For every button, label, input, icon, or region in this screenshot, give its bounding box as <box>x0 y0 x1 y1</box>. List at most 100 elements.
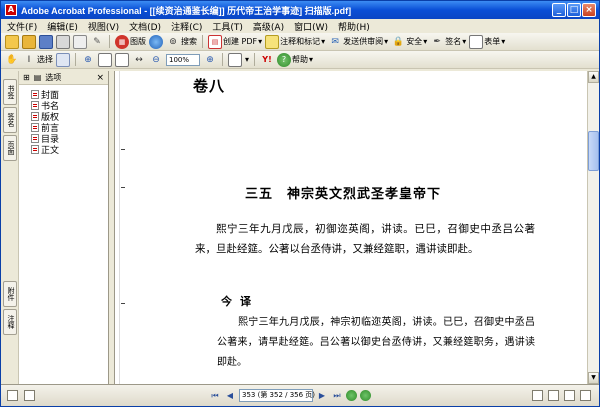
snapshot-icon[interactable] <box>56 52 70 67</box>
tab-signatures[interactable]: 签名 <box>3 107 17 133</box>
toolbar-separator <box>222 53 223 66</box>
create-pdf-button[interactable]: ▤ 创建 PDF ▾ <box>208 34 262 49</box>
maximize-button[interactable]: □ <box>567 3 581 17</box>
lock-icon: 🔒 <box>392 36 404 47</box>
comment-markup-button[interactable]: 注释和标记 ▾ <box>265 34 326 49</box>
toolbar-separator <box>109 35 110 48</box>
hand-tool-icon[interactable]: ✋ <box>5 53 19 67</box>
globe-icon[interactable] <box>149 34 163 49</box>
image-icon: ▦ <box>115 34 129 49</box>
previous-view-icon[interactable] <box>346 390 357 401</box>
navigation-tabs: 书签 签名 页面 附件 注释 <box>1 71 19 384</box>
menu-advanced[interactable]: 高级(A) <box>253 20 284 33</box>
continuous-icon[interactable] <box>548 390 559 401</box>
menu-file[interactable]: 文件(F) <box>7 20 37 33</box>
facing-icon[interactable] <box>564 390 575 401</box>
page-size-icon[interactable] <box>24 390 35 401</box>
send-for-review-button[interactable]: ✉ 发送供审阅 ▾ <box>328 35 388 49</box>
pen-icon: ✒ <box>433 36 441 47</box>
tab-attachments[interactable]: 附件 <box>3 281 17 307</box>
pane-close-icon[interactable]: × <box>96 73 104 83</box>
send-review-icon: ✉ <box>331 36 339 47</box>
page-icon <box>31 90 39 99</box>
translation-paragraph: 熙宁三年九月戊辰，神宗初临迩英阁，讲读。已巳，召御史中丞吕公著来，请早赴经筵。吕… <box>217 317 535 368</box>
single-page-icon[interactable] <box>532 390 543 401</box>
bookmarks-pane: ⊞ ▤ 选项 × 封面 书名 版权 前言 目录 正文 <box>19 71 109 384</box>
image-button[interactable]: ▦ 图版 <box>115 34 146 49</box>
page-icon <box>31 145 39 154</box>
acrobat-logo-icon: A <box>5 4 17 16</box>
menu-help[interactable]: 帮助(H) <box>338 20 370 33</box>
chevron-down-icon: ▾ <box>309 55 314 64</box>
organizer-icon[interactable] <box>22 34 36 49</box>
zoom-level-field[interactable]: 100% <box>166 53 200 66</box>
menu-document[interactable]: 文档(D) <box>129 20 161 33</box>
menu-tools[interactable]: 工具(T) <box>212 20 243 33</box>
menu-window[interactable]: 窗口(W) <box>294 20 328 33</box>
options-menu[interactable]: 选项 <box>45 72 61 83</box>
secure-button[interactable]: 🔒 安全 ▾ <box>391 35 428 49</box>
chevron-down-icon: ▾ <box>501 37 506 46</box>
bookmark-options-icon[interactable]: ▤ <box>34 73 42 82</box>
zoom-out-icon[interactable]: ⊖ <box>149 53 163 67</box>
tab-bookmarks[interactable]: 书签 <box>3 79 17 105</box>
document-view[interactable]: 卷八 三五 神宗英文烈武圣孝皇帝下 熙宁三年九月戊辰，初御迩英阁，讲读。已巳，召… <box>115 71 587 384</box>
title-bar[interactable]: A Adobe Acrobat Professional - [[续资治通鉴长编… <box>1 1 599 19</box>
menu-comments[interactable]: 注释(C) <box>171 20 202 33</box>
tab-comments[interactable]: 注释 <box>3 309 17 335</box>
fit-width-icon[interactable]: ↔ <box>132 53 146 67</box>
zoom-in-icon[interactable]: ⊕ <box>203 53 217 67</box>
scroll-down-icon[interactable]: ▼ <box>588 372 599 384</box>
continuous-facing-icon[interactable] <box>580 390 591 401</box>
tab-pages[interactable]: 页面 <box>3 135 17 161</box>
vertical-scrollbar[interactable]: ▲ ▼ <box>587 71 599 384</box>
actual-size-icon[interactable] <box>98 52 112 67</box>
page-navigation: ⏮ ◀ 353 (第 352 / 356 页) ▶ ⏭ <box>209 389 371 402</box>
menu-view[interactable]: 视图(V) <box>88 20 119 33</box>
help-icon: ? <box>277 52 292 67</box>
chevron-down-icon: ▾ <box>321 37 326 46</box>
search-button[interactable]: ⊚ 搜索 <box>166 35 197 49</box>
expand-icon[interactable]: ⊞ <box>23 73 30 82</box>
zoom-icon[interactable]: ⊕ <box>81 53 95 67</box>
open-icon[interactable] <box>5 34 19 49</box>
email-icon[interactable] <box>73 34 87 49</box>
select-tool-button[interactable]: Ⅰ 选择 <box>22 53 53 67</box>
translation-heading: 今译 <box>221 295 259 308</box>
page-number-field[interactable]: 353 (第 352 / 356 页) <box>239 389 315 402</box>
window-controls: _ □ × <box>552 3 596 17</box>
save-icon[interactable] <box>39 34 53 49</box>
scroll-thumb[interactable] <box>588 131 599 171</box>
margin-mark <box>121 187 125 188</box>
bookmark-item[interactable]: 正文 <box>31 144 108 156</box>
original-text-paragraph: 熙宁三年九月戊辰，初御迩英阁，讲读。已巳，召御史中丞吕公著来，旦赴经筵。公著以台… <box>195 223 535 255</box>
first-page-icon[interactable]: ⏮ <box>209 390 221 402</box>
rotate-icon[interactable] <box>228 52 242 67</box>
window-title: Adobe Acrobat Professional - [[续资治通鉴长编]]… <box>21 5 352 16</box>
fit-page-icon[interactable] <box>115 52 129 67</box>
toolbar-separator <box>75 53 76 66</box>
attach-icon[interactable]: ✎ <box>90 35 104 49</box>
chevron-down-icon[interactable]: ▾ <box>245 55 249 64</box>
next-page-icon[interactable]: ▶ <box>316 390 328 402</box>
margin-mark <box>121 303 125 304</box>
scroll-up-icon[interactable]: ▲ <box>588 71 599 83</box>
sign-button[interactable]: ✒ 签名 ▾ <box>430 35 466 49</box>
text-select-icon: Ⅰ <box>27 54 31 65</box>
status-left-controls <box>7 390 35 401</box>
previous-page-icon[interactable]: ◀ <box>224 390 236 402</box>
binoculars-icon: ⊚ <box>169 36 177 47</box>
file-toolbar: ✎ ▦ 图版 ⊚ 搜索 ▤ 创建 PDF ▾ 注释和标记 ▾ ✉ 发送供审阅 ▾… <box>1 33 599 51</box>
page-thumbnail-icon[interactable] <box>7 390 18 401</box>
help-button[interactable]: ? 帮助 ▾ <box>277 52 314 67</box>
minimize-button[interactable]: _ <box>552 3 566 17</box>
yahoo-icon[interactable]: Y! <box>260 53 274 67</box>
menu-edit[interactable]: 编辑(E) <box>47 20 78 33</box>
last-page-icon[interactable]: ⏭ <box>331 390 343 402</box>
next-view-icon[interactable] <box>360 390 371 401</box>
close-button[interactable]: × <box>582 3 596 17</box>
print-icon[interactable] <box>56 34 70 49</box>
page-icon <box>31 134 39 143</box>
create-pdf-icon: ▤ <box>208 34 222 49</box>
forms-button[interactable]: 表单 ▾ <box>469 34 506 49</box>
